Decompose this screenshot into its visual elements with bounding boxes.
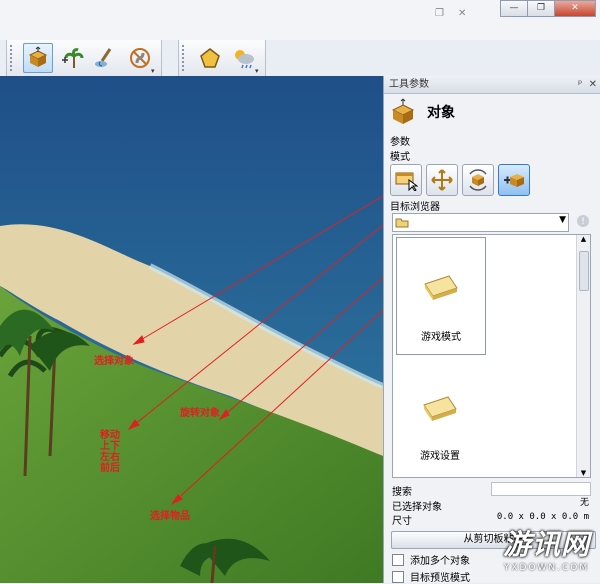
- params-label: 参数: [390, 137, 410, 148]
- object-browser: 游戏模式 游戏设置 ▲ ▼: [392, 234, 591, 478]
- paint-tool-icon: [95, 48, 112, 67]
- small-close-icon[interactable]: ✕: [458, 8, 466, 19]
- browser-tile-game-mode[interactable]: 游戏模式: [396, 237, 486, 355]
- pin-icon[interactable]: ᵖ: [578, 79, 582, 90]
- place-item-mode-button[interactable]: [498, 164, 530, 196]
- scrollbar-thumb[interactable]: [579, 251, 589, 291]
- browser-tile-game-settings[interactable]: 游戏设置: [396, 359, 484, 475]
- object-icon: [391, 98, 415, 124]
- move-mode-button[interactable]: [426, 164, 458, 196]
- select-object-icon: [395, 172, 418, 191]
- add-multiple-checkbox[interactable]: 添加多个对象: [392, 552, 470, 567]
- checkbox-box[interactable]: [392, 553, 404, 566]
- minimize-button[interactable]: —: [500, 0, 528, 17]
- shape-tool-button[interactable]: [195, 43, 225, 73]
- rotate-mode-button[interactable]: [462, 164, 494, 196]
- object-tool-button[interactable]: [23, 43, 53, 73]
- window-controls: — ❐ ✕: [500, 0, 596, 17]
- panel-title-bar: 工具参数 ᵖ ✕: [384, 76, 600, 94]
- toolbar-env: ▾: [178, 40, 266, 77]
- toolbar-grip[interactable]: [182, 45, 190, 71]
- site-watermark: 游讯网 YXDOWN.COM: [503, 523, 590, 573]
- annotation-select-object: 选择对象: [94, 356, 134, 367]
- panel-title: 工具参数: [389, 79, 429, 90]
- shape-tool-icon: [200, 48, 220, 68]
- browser-category-select[interactable]: ▼: [392, 213, 569, 232]
- scroll-up-icon[interactable]: ▲: [577, 235, 590, 243]
- svg-text:!: !: [581, 217, 585, 227]
- plant-tool-button[interactable]: [57, 43, 87, 73]
- paint-tool-button[interactable]: [91, 43, 121, 73]
- annotation-rotate-object: 旋转对象: [180, 408, 220, 419]
- annotation-select-item: 选择物品: [150, 511, 190, 522]
- toolbar-tools: ▾: [6, 40, 162, 77]
- panel-close-icon[interactable]: ✕: [589, 79, 597, 90]
- selected-value: 无: [579, 498, 589, 508]
- select-mode-button[interactable]: [390, 164, 422, 196]
- toolbar-dropdown-icon[interactable]: ▾: [151, 67, 159, 75]
- tile-caption: 游戏模式: [421, 332, 461, 343]
- folder-icon: [424, 275, 458, 300]
- checkbox-box[interactable]: [392, 570, 404, 583]
- folder-icon: [395, 218, 409, 228]
- toolbar-grip[interactable]: [10, 45, 18, 71]
- toolbar-dropdown-icon[interactable]: ▾: [255, 67, 263, 75]
- search-label: 搜索: [392, 487, 412, 498]
- rotate-icon: [469, 169, 487, 191]
- restore-button[interactable]: ❐: [527, 0, 555, 17]
- size-label: 尺寸: [392, 516, 412, 527]
- object-heading: 对象: [427, 105, 455, 121]
- weather-tool-icon: [235, 50, 254, 69]
- small-restore-icon[interactable]: ❐: [435, 8, 444, 19]
- watermark-main: 游讯网: [502, 528, 590, 561]
- close-button[interactable]: ✕: [554, 0, 596, 17]
- add-object-icon: [504, 174, 524, 187]
- browser-scrollbar[interactable]: ▲ ▼: [576, 235, 590, 477]
- scene-viewport[interactable]: 选择对象 旋转对象 移动 上下 左右 前后 选择物品: [0, 76, 383, 583]
- road-tool-icon: [130, 48, 150, 68]
- annotation-arrows: [127, 195, 383, 506]
- target-preview-checkbox[interactable]: 目标预览模式: [392, 569, 470, 584]
- chevron-down-icon: ▼: [559, 215, 566, 225]
- checkbox-label: 添加多个对象: [410, 556, 470, 567]
- tool-parameters-panel: 工具参数 ᵖ ✕ 对象 参数 模式 目标浏览器 ▼ ! 游戏模式 游戏设置 ▲ …: [383, 76, 600, 584]
- mode-label: 模式: [390, 152, 410, 163]
- info-icon[interactable]: !: [576, 214, 590, 228]
- folder-icon: [423, 396, 457, 421]
- scroll-down-icon[interactable]: ▼: [577, 469, 590, 477]
- object-header: 对象: [389, 98, 455, 126]
- title-bar: ❐ ✕ — ❐ ✕: [0, 0, 600, 40]
- checkbox-label: 目标预览模式: [410, 573, 470, 584]
- object-tool-icon: [28, 46, 48, 67]
- mode-buttons: [390, 164, 534, 196]
- search-input[interactable]: [491, 482, 591, 496]
- move-arrows-icon: [431, 169, 453, 191]
- tile-caption: 游戏设置: [420, 451, 460, 462]
- browser-label: 目标浏览器: [390, 202, 440, 213]
- plant-tool-icon: [62, 48, 84, 68]
- watermark-sub: YXDOWN.COM: [503, 563, 590, 573]
- annotation-move: 移动 上下 左右 前后: [100, 430, 120, 474]
